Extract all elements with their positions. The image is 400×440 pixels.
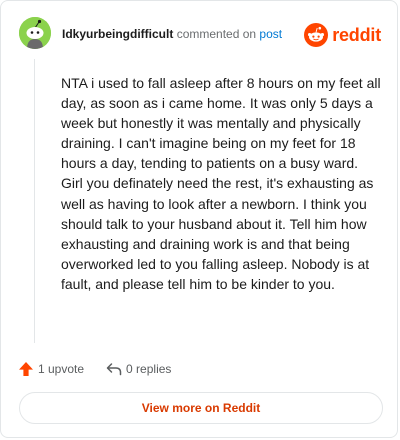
- comment-body: NTA i used to fall asleep after 8 hours …: [61, 75, 381, 292]
- reddit-brand[interactable]: reddit: [304, 23, 381, 47]
- comment-header: Idkyurbeingdifficult commented on post r…: [19, 17, 381, 53]
- avatar[interactable]: [19, 17, 51, 49]
- view-more-button[interactable]: View more on Reddit: [19, 392, 383, 424]
- comment-meta: Idkyurbeingdifficult commented on post: [62, 27, 282, 41]
- upvote-count: 1 upvote: [38, 362, 85, 376]
- snoo-avatar-icon: [19, 17, 51, 49]
- reddit-snoo-icon: [304, 23, 329, 47]
- reply-arrow-icon: [106, 363, 122, 376]
- reddit-wordmark: reddit: [332, 24, 381, 45]
- username[interactable]: Idkyurbeingdifficult: [62, 27, 173, 41]
- replies-button[interactable]: 0 replies: [106, 361, 171, 377]
- upvote-button[interactable]: 1 upvote: [18, 361, 84, 377]
- comment-actions: 1 upvote 0 replies: [18, 359, 171, 379]
- upvote-arrow-icon: [19, 362, 33, 376]
- replies-count: 0 replies: [126, 362, 172, 376]
- commented-on-text: commented on: [176, 27, 257, 41]
- comment-embed-card: Idkyurbeingdifficult commented on post r…: [0, 0, 398, 438]
- post-link[interactable]: post: [259, 27, 282, 41]
- thread-line: [34, 59, 35, 343]
